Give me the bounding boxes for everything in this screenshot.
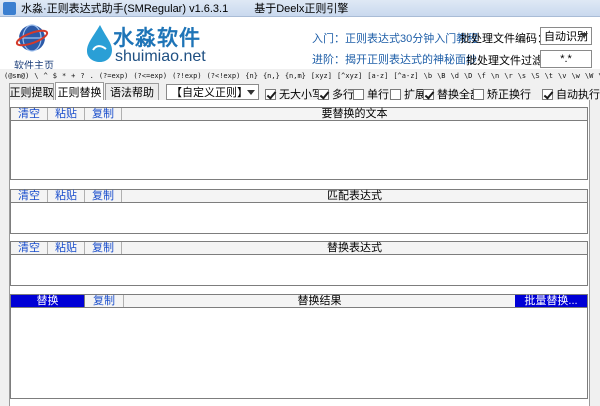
encoding-label: 批处理文件编码： [460, 33, 548, 45]
filter-input[interactable]: *.* [540, 50, 592, 68]
tab-row: 正则提取 正则替换 语法帮助 【自定义正则】 无大小写 多行 单行 扩展 替换全… [0, 82, 600, 101]
source-textarea[interactable] [10, 121, 588, 180]
regex-token[interactable]: \f [477, 72, 485, 80]
tab-extract[interactable]: 正则提取 [9, 83, 54, 100]
checkbox[interactable] [542, 88, 553, 100]
panel-title: 替换表达式 [327, 242, 382, 254]
regex-token[interactable]: (?=exp) [99, 72, 129, 80]
regex-token[interactable]: \n [491, 72, 499, 80]
regex-token[interactable]: + [71, 72, 75, 80]
regex-token[interactable]: (?!exp) [172, 72, 202, 80]
regex-preset-value: 【自定义正则】 [171, 87, 248, 99]
regex-token[interactable]: \b [424, 72, 432, 80]
chevron-down-icon [247, 90, 255, 95]
replacement-textarea[interactable] [10, 255, 588, 286]
checkbox[interactable] [390, 88, 401, 100]
regex-token[interactable]: \w [571, 72, 579, 80]
paste-button[interactable]: 粘贴 [48, 190, 85, 202]
checkbox[interactable] [473, 88, 484, 100]
panel-toolbar: 替换 复制 替换结果 批量替换... [10, 294, 588, 308]
checkbox[interactable] [423, 88, 434, 100]
advanced-tutorial-link[interactable]: 进阶：揭开正则表达式的神秘面纱 [312, 51, 477, 67]
replacement-panel: 清空 粘贴 复制 替换表达式 [10, 241, 588, 286]
app-icon [3, 1, 16, 15]
window-titlebar: 水淼·正则表达式助手(SMRegular) v1.6.3.1 基于Deelx正则… [0, 0, 600, 17]
clear-button[interactable]: 清空 [11, 190, 48, 202]
result-panel: 替换 复制 替换结果 批量替换... [10, 294, 588, 399]
copy-button[interactable]: 复制 [85, 242, 122, 254]
regex-token[interactable]: \s [518, 72, 526, 80]
regex-token[interactable]: \W [585, 72, 593, 80]
regex-token[interactable]: \D [464, 72, 472, 80]
header: 软件主页 水淼软件 shuimiao.net 入门：正则表达式30分钟入门教程 … [0, 17, 600, 72]
panel-title: 要替换的文本 [321, 108, 388, 120]
pattern-panel: 清空 粘贴 复制 匹配表达式 [10, 189, 588, 234]
regex-token[interactable]: \r [504, 72, 512, 80]
regex-preset-select[interactable]: 【自定义正则】 [166, 84, 259, 100]
paste-button[interactable]: 粘贴 [48, 108, 85, 120]
copy-button[interactable]: 复制 [85, 295, 124, 307]
checkbox[interactable] [265, 88, 276, 100]
pattern-textarea[interactable] [10, 203, 588, 234]
intro-tutorial-link[interactable]: 入门：正则表达式30分钟入门教程 [312, 30, 478, 46]
regex-token-bar: (@sm@) \ ^ $ * +?. (?=exp) (?<=exp) (?!exp) (?<!e… [0, 69, 600, 82]
regex-token[interactable]: . [90, 72, 94, 80]
regex-token[interactable]: [xyz] [311, 72, 332, 80]
tab-syntax-help[interactable]: 语法帮助 [105, 83, 159, 100]
regex-token[interactable]: $ [53, 72, 57, 80]
regex-token[interactable]: \t [545, 72, 553, 80]
regex-token[interactable]: ^ [44, 72, 48, 80]
panel-title: 匹配表达式 [327, 190, 382, 202]
regex-token[interactable]: {n} [245, 72, 258, 80]
panel-toolbar: 清空 粘贴 复制 替换表达式 [10, 241, 588, 255]
clear-button[interactable]: 清空 [11, 242, 48, 254]
batch-replace-button[interactable]: 批量替换... [515, 295, 587, 307]
regex-token[interactable]: \S [531, 72, 539, 80]
water-drop-logo [87, 25, 112, 62]
brand-url: shuimiao.net [115, 48, 206, 65]
globe-icon[interactable] [14, 21, 50, 55]
replace-button[interactable]: 替换 [11, 295, 85, 307]
copy-button[interactable]: 复制 [85, 108, 122, 120]
regex-token[interactable]: (?<=exp) [133, 72, 167, 80]
regex-token[interactable]: \d [451, 72, 459, 80]
window-title: 水淼·正则表达式助手(SMRegular) v1.6.3.1 [21, 3, 229, 15]
regex-token[interactable]: {n,} [263, 72, 280, 80]
result-textarea[interactable] [10, 308, 588, 399]
regex-token[interactable]: ? [80, 72, 84, 80]
regex-token[interactable]: \B [437, 72, 445, 80]
regex-token[interactable]: * [62, 72, 66, 80]
source-text-panel: 清空 粘贴 复制 要替换的文本 [10, 107, 588, 180]
checkbox[interactable] [353, 88, 364, 100]
panel-title: 替换结果 [297, 295, 342, 307]
regex-token[interactable]: \v [558, 72, 566, 80]
regex-token[interactable]: (?<!exp) [207, 72, 241, 80]
regex-token[interactable]: [a-z] [367, 72, 388, 80]
paste-button[interactable]: 粘贴 [48, 242, 85, 254]
regex-token[interactable]: [^a-z] [393, 72, 418, 80]
chevron-down-icon [580, 33, 588, 38]
panel-toolbar: 清空 粘贴 复制 匹配表达式 [10, 189, 588, 203]
regex-token[interactable]: {n,m} [285, 72, 306, 80]
regex-token[interactable]: (@sm@) [4, 72, 29, 80]
clear-button[interactable]: 清空 [11, 108, 48, 120]
encoding-select[interactable]: 自动识别 [540, 27, 592, 45]
engine-label: 基于Deelx正则引擎 [254, 3, 349, 15]
copy-button[interactable]: 复制 [85, 190, 122, 202]
checkbox[interactable] [318, 88, 329, 100]
panel-toolbar: 清空 粘贴 复制 要替换的文本 [10, 107, 588, 121]
tab-replace[interactable]: 正则替换 [55, 82, 104, 101]
regex-token[interactable]: [^xyz] [337, 72, 362, 80]
regex-token[interactable]: \ [34, 72, 38, 80]
